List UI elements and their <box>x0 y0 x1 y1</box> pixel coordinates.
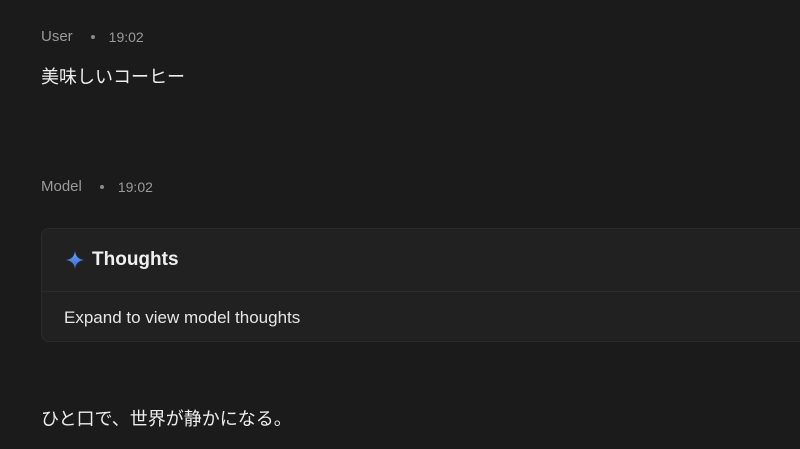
thoughts-panel: Thoughts Expand to view model thoughts <box>41 228 800 342</box>
sparkle-icon <box>65 250 85 270</box>
model-message-header: Model 19:02 <box>41 178 153 195</box>
user-role-label: User <box>41 28 73 45</box>
separator-dot <box>99 184 104 189</box>
thoughts-title: Thoughts <box>92 249 179 270</box>
user-message-header: User 19:02 <box>41 28 144 45</box>
separator-dot <box>90 34 95 39</box>
expand-thoughts-button[interactable]: Expand to view model thoughts <box>42 292 800 343</box>
model-role-label: Model <box>41 178 82 195</box>
user-timestamp: 19:02 <box>108 28 144 45</box>
thoughts-header[interactable]: Thoughts <box>42 229 800 292</box>
user-message-text: 美味しいコーヒー <box>41 67 185 88</box>
model-timestamp: 19:02 <box>117 178 153 195</box>
model-message-text: ひと口で、世界が静かになる。 <box>41 409 292 430</box>
chat-transcript: User 19:02 美味しいコーヒー Model 19:02 Thoughts… <box>0 0 800 449</box>
